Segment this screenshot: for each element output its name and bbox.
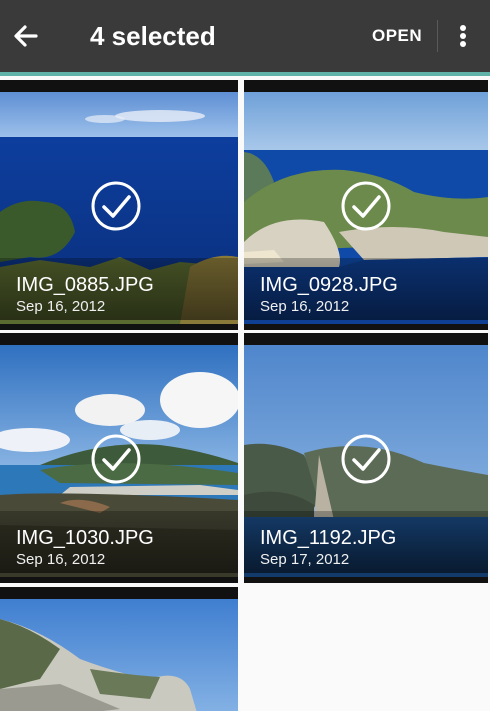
check-circle-icon[interactable]: [90, 180, 142, 232]
app-bar: 4 selected OPEN: [0, 0, 490, 72]
photo-filename: IMG_0885.JPG: [16, 274, 154, 296]
photo-tile[interactable]: IMG_1192.JPG Sep 17, 2012: [244, 333, 488, 583]
more-vert-icon[interactable]: [448, 20, 478, 52]
photo-tile[interactable]: IMG_1030.JPG Sep 16, 2012: [0, 333, 238, 583]
check-circle-icon[interactable]: [90, 433, 142, 485]
app-bar-accent-line: [0, 72, 490, 76]
selection-count-title: 4 selected: [90, 21, 216, 51]
arrow-back-icon[interactable]: [10, 20, 42, 52]
photo-filename: IMG_1192.JPG: [260, 527, 397, 549]
photo-filename: IMG_1030.JPG: [16, 527, 154, 549]
photo-date: Sep 16, 2012: [16, 551, 106, 568]
photo-date: Sep 17, 2012: [260, 551, 350, 568]
toolbar-divider: [437, 20, 438, 52]
open-button[interactable]: OPEN: [372, 26, 422, 46]
photo-thumbnail: [0, 599, 238, 711]
photo-date: Sep 16, 2012: [16, 298, 106, 315]
photo-tile[interactable]: [0, 587, 238, 711]
check-circle-icon[interactable]: [340, 180, 392, 232]
photo-filename: IMG_0928.JPG: [260, 274, 398, 296]
photo-tile[interactable]: IMG_0885.JPG Sep 16, 2012: [0, 80, 238, 330]
check-circle-icon[interactable]: [340, 433, 392, 485]
photo-tile[interactable]: IMG_0928.JPG Sep 16, 2012: [244, 80, 488, 330]
photo-date: Sep 16, 2012: [260, 298, 350, 315]
